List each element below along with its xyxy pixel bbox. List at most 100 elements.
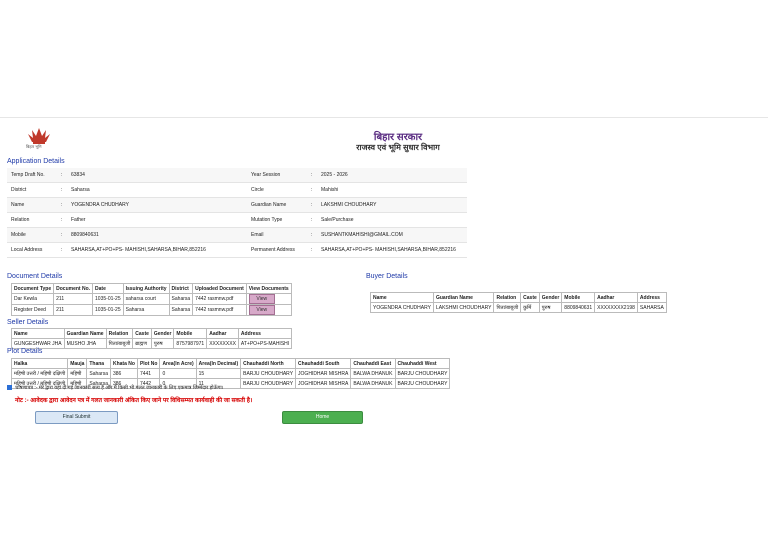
plot-details-heading: Plot Details bbox=[7, 348, 43, 355]
table-cell: 0 bbox=[159, 368, 197, 379]
application-row: District: Saharsa Circle: Mahishi bbox=[7, 182, 467, 198]
column-header: Chauhaddi South bbox=[295, 358, 352, 369]
column-header: Mauja bbox=[67, 358, 88, 369]
table-cell: BARJU CHOUDHARY bbox=[394, 378, 451, 389]
view-cell: View bbox=[245, 304, 292, 316]
column-header: Name bbox=[11, 328, 65, 339]
application-value: 63834 bbox=[67, 168, 247, 183]
table-cell: JOGHIDHAR MISHRA bbox=[295, 378, 352, 389]
view-cell: View bbox=[245, 293, 292, 305]
table-cell: Saharsa bbox=[168, 304, 194, 316]
application-label: Email bbox=[247, 227, 307, 243]
column-header: Gender bbox=[538, 292, 563, 303]
column-header: District bbox=[168, 283, 194, 294]
home-button[interactable]: Home bbox=[282, 411, 363, 424]
table-cell: BARJU CHOUDHARY bbox=[394, 368, 451, 379]
document-details-heading: Document Details bbox=[7, 273, 63, 280]
column-header: Address bbox=[636, 292, 667, 303]
table-cell: 211 bbox=[53, 304, 94, 316]
document-details-table: Document Type Document No. Date Issuing Aut… bbox=[10, 283, 292, 316]
buyer-details-table: Name Guardian Name Relation Caste Gender Mobi… bbox=[370, 292, 667, 313]
column-header: Mobile bbox=[173, 328, 208, 339]
table-row: Dar Kewla 211 1035-01-25 saharsa court Sahar… bbox=[10, 293, 292, 305]
column-header: Halka bbox=[10, 358, 69, 369]
application-value: YOGENDRA CHUDHARY bbox=[67, 197, 247, 213]
table-cell: 7442 rasmnw.pdf bbox=[192, 293, 247, 305]
application-value: Father bbox=[67, 212, 247, 228]
table-cell: ब्राह्मण bbox=[132, 338, 152, 349]
table-cell: कुर्मि bbox=[520, 302, 540, 313]
application-label: Name bbox=[7, 197, 57, 213]
application-value: 8809840631 bbox=[67, 227, 247, 243]
table-cell: 7441 bbox=[136, 368, 161, 379]
table-cell: JOGHIDHAR MISHRA bbox=[295, 368, 352, 379]
colon-separator: : bbox=[57, 227, 67, 243]
column-header: Document Type bbox=[10, 283, 55, 294]
declaration-checkbox[interactable] bbox=[7, 385, 12, 391]
column-header: Chauhaddi West bbox=[394, 358, 451, 369]
view-document-button[interactable]: View bbox=[248, 305, 275, 315]
column-header: Uploaded Document bbox=[192, 283, 247, 294]
table-cell: Saharsa bbox=[122, 304, 170, 316]
application-label: Guardian Name bbox=[247, 197, 307, 213]
column-header: Guardian Name bbox=[63, 328, 107, 339]
application-row: Name: YOGENDRA CHUDHARY Guardian Name: LAKS… bbox=[7, 197, 467, 213]
column-header: Plot No bbox=[136, 358, 161, 369]
colon-separator: : bbox=[307, 242, 317, 258]
column-header: Guardian Name bbox=[432, 292, 495, 303]
page-title: बिहार सरकार bbox=[373, 132, 423, 143]
column-header: Aadhar bbox=[594, 292, 638, 303]
table-cell: 8809840631 bbox=[561, 302, 596, 313]
seller-details-heading: Seller Details bbox=[7, 319, 49, 326]
application-value: SUSHANTKMAHISHI@GMAIL.COM bbox=[317, 227, 467, 243]
table-cell: BARJU CHOUDHARY bbox=[240, 368, 297, 379]
column-header: Issuing Authority bbox=[122, 283, 170, 294]
table-cell: पिता/बाबूजी bbox=[493, 302, 522, 313]
column-header: Name bbox=[370, 292, 434, 303]
application-details-table: Temp Draft No.:63834 Year Session:2025 - … bbox=[7, 168, 467, 258]
application-label: Year Session bbox=[247, 168, 307, 183]
colon-separator: : bbox=[57, 197, 67, 213]
table-cell: Saharsa bbox=[168, 293, 194, 305]
application-label: Temp Draft No. bbox=[7, 168, 57, 183]
application-value: LAKSHMI CHOUDHARY bbox=[317, 197, 467, 213]
top-divider bbox=[0, 117, 768, 118]
colon-separator: : bbox=[307, 182, 317, 198]
column-header: Mobile bbox=[561, 292, 596, 303]
column-header: View Documents bbox=[245, 283, 292, 294]
table-cell: पिता/बाबूजी bbox=[105, 338, 134, 349]
column-header: Gender bbox=[150, 328, 175, 339]
column-header: Area(In Acre) bbox=[159, 358, 197, 369]
column-header: Date bbox=[92, 283, 124, 294]
table-cell: BALWA DHANUK bbox=[350, 368, 396, 379]
column-header: Caste bbox=[132, 328, 152, 339]
column-header: Aadhar bbox=[206, 328, 239, 339]
table-row: महिषी उत्तरी / महिषी दक्षिणी महिषी Saharsa… bbox=[10, 368, 451, 379]
table-cell: GUNGESHWAR JHA bbox=[11, 338, 65, 349]
table-cell: 1035-01-25 bbox=[92, 293, 124, 305]
application-row: Relation: Father Mutation Type: Sale/Purcha… bbox=[7, 212, 467, 228]
table-row: Register Deed 211 1035-01-25 Saharsa Saharsa… bbox=[10, 304, 292, 316]
column-header: Relation bbox=[493, 292, 522, 303]
view-document-button[interactable]: View bbox=[248, 294, 275, 304]
application-value: Saharsa bbox=[67, 182, 247, 198]
colon-separator: : bbox=[57, 212, 67, 228]
colon-separator: : bbox=[307, 227, 317, 243]
final-submit-button[interactable]: Final Submit bbox=[35, 411, 118, 424]
column-header: Document No. bbox=[53, 283, 94, 294]
column-header: Thana bbox=[86, 358, 111, 369]
application-label: Circle bbox=[247, 182, 307, 198]
declaration-checkbox-row[interactable]: घोषणापत्र :- मेरे द्वारा यहां दी गई जानक… bbox=[7, 385, 224, 391]
column-header: Chauhaddi East bbox=[350, 358, 396, 369]
table-cell: XXXXXXXX2198 bbox=[594, 302, 638, 313]
application-value: SAHARSA,AT+PO+PS- MAHISHI,SAHARSA,BIHAR,… bbox=[67, 242, 247, 258]
table-cell: 15 bbox=[195, 368, 242, 379]
colon-separator: : bbox=[307, 197, 317, 213]
table-cell: Dar Kewla bbox=[10, 293, 55, 305]
colon-separator: : bbox=[57, 182, 67, 198]
application-value: Mahishi bbox=[317, 182, 467, 198]
warning-note: नोट :- आवेदक द्वारा आवेदन पत्र में गलत ज… bbox=[15, 398, 253, 404]
table-cell: 8757987971 bbox=[173, 338, 208, 349]
table-cell: 1035-01-25 bbox=[92, 304, 124, 316]
table-cell: LAKSHMI CHOUDHARY bbox=[432, 302, 495, 313]
